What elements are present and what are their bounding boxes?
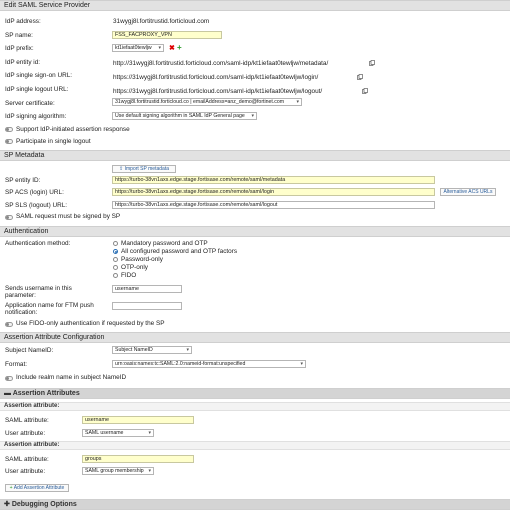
auth-option-radio[interactable]: [113, 249, 118, 254]
assertion-attribute-header: Assertion attribute:: [0, 402, 510, 411]
add-prefix-icon[interactable]: +: [177, 44, 182, 52]
assertion-attribute-header: Assertion attribute:: [0, 441, 510, 450]
idp-signon-value: https://31wygj8l.fortitrustid.forticloud…: [113, 74, 319, 81]
chevron-down-icon: ▾: [251, 113, 254, 119]
user-attribute-value: SAML group membership: [85, 468, 144, 474]
section-header-edit-saml: Edit SAML Service Provider: [0, 0, 510, 11]
idp-prefix-label: IdP prefix:: [5, 45, 34, 52]
alternative-acs-button[interactable]: Alternative ACS URLs: [440, 188, 496, 196]
chevron-down-icon: ▾: [186, 347, 189, 353]
support-idp-toggle[interactable]: [5, 127, 13, 132]
single-logout-toggle[interactable]: [5, 139, 13, 144]
sp-acs-label: SP ACS (login) URL:: [5, 189, 64, 196]
single-logout-label: Participate in single logout: [16, 138, 91, 145]
saml-attribute-input[interactable]: username: [82, 416, 194, 424]
chevron-down-icon: ▾: [300, 361, 303, 367]
idp-logout-label: IdP single logout URL:: [5, 86, 69, 93]
send-username-input[interactable]: username: [112, 285, 182, 293]
copy-icon[interactable]: [362, 88, 368, 94]
auth-option-label: OTP-only: [121, 264, 148, 271]
collapse-icon: ▬: [4, 390, 13, 397]
copy-icon[interactable]: [357, 74, 363, 80]
ftm-app-label: Application name for FTM push: [5, 302, 94, 309]
fido-only-label: Use FIDO-only authentication if requeste…: [16, 320, 165, 327]
saml-attribute-label: SAML attribute:: [5, 456, 49, 463]
sp-sls-label: SP SLS (logout) URL:: [5, 202, 68, 209]
debugging-title: Debugging Options: [11, 501, 77, 508]
auth-method-label: Authentication method:: [5, 240, 71, 247]
idp-logout-value: https://31wygj8l.fortitrustid.forticloud…: [113, 88, 323, 95]
section-header-authentication: Authentication: [0, 226, 510, 237]
realm-label: Include realm name in subject NameID: [16, 374, 127, 381]
chevron-down-icon: ▾: [296, 99, 299, 105]
user-attribute-label: User attribute:: [5, 430, 46, 437]
sp-name-label: SP name:: [5, 32, 33, 39]
section-header-assertion-attributes[interactable]: ▬ Assertion Attributes: [0, 388, 510, 399]
auth-option-label: Password-only: [121, 256, 163, 263]
format-select[interactable]: urn:oasis:names:tc:SAML:2.0:nameid-forma…: [112, 360, 306, 368]
sp-signed-label: SAML request must be signed by SP: [16, 213, 121, 220]
sp-sls-input[interactable]: https://turbo-38vn1axs.edge.stage.fortis…: [112, 201, 435, 209]
idp-entity-label: IdP entity id:: [5, 59, 41, 66]
import-sp-metadata-button[interactable]: ⇪ Import SP metadata: [112, 165, 176, 173]
auth-option-label: Mandatory password and OTP: [121, 240, 208, 247]
sp-signed-toggle[interactable]: [5, 215, 13, 220]
expand-icon: ✚: [4, 501, 12, 508]
ftm-app-input[interactable]: [112, 302, 182, 310]
add-assertion-attribute-label: Add Assertion Attribute: [13, 485, 65, 491]
auth-option-label: FIDO: [121, 272, 137, 279]
auth-option-label: All configured password and OTP factors: [121, 248, 238, 255]
server-cert-select[interactable]: 31wygj8l.fortitrustid.forticloud.co | em…: [112, 98, 302, 106]
support-idp-label: Support IdP-initiated assertion response: [16, 126, 130, 133]
auth-option-radio[interactable]: [113, 265, 118, 270]
idp-signon-label: IdP single sign-on URL:: [5, 72, 73, 79]
sign-alg-select[interactable]: Use default signing algorithm in SAML Id…: [112, 112, 257, 120]
auth-option-radio[interactable]: [113, 257, 118, 262]
remove-prefix-icon[interactable]: ✖: [169, 45, 175, 52]
section-header-sp-metadata: SP Metadata: [0, 150, 510, 161]
copy-icon[interactable]: [369, 60, 375, 66]
assertion-attributes-title: Assertion Attributes: [12, 390, 80, 397]
sp-acs-input[interactable]: https://turbo-38vn1axs.edge.stage.fortis…: [112, 188, 435, 196]
auth-option-radio[interactable]: [113, 273, 118, 278]
section-header-assertion-config: Assertion Attribute Configuration: [0, 332, 510, 343]
import-sp-metadata-label: Import SP metadata: [124, 166, 169, 172]
format-label: Format:: [5, 361, 28, 368]
subject-nameid-value: Subject NameID: [115, 347, 153, 353]
server-cert-value: 31wygj8l.fortitrustid.forticloud.co | em…: [115, 99, 285, 105]
saml-attribute-label: SAML attribute:: [5, 417, 49, 424]
chevron-down-icon: ▾: [148, 468, 151, 474]
sp-entity-input[interactable]: https://turbo-38vn1axs.edge.stage.fortis…: [112, 176, 435, 184]
idp-prefix-value: kt1iefaat0tewljw: [115, 45, 152, 51]
saml-attribute-input[interactable]: groups: [82, 455, 194, 463]
format-value: urn:oasis:names:tc:SAML:2.0:nameid-forma…: [115, 361, 246, 367]
idp-address-value: 31wygj8l.fortitrustid.forticloud.com: [113, 18, 210, 25]
fido-only-toggle[interactable]: [5, 322, 13, 327]
idp-prefix-select[interactable]: kt1iefaat0tewljw ▾: [112, 44, 164, 52]
realm-toggle[interactable]: [5, 376, 13, 381]
chevron-down-icon: ▾: [158, 45, 161, 51]
user-attribute-select[interactable]: SAML username ▾: [82, 429, 154, 437]
sp-name-input[interactable]: FSS_FACPROXY_VPN: [112, 31, 222, 39]
server-cert-label: Server certificate:: [5, 100, 55, 107]
user-attribute-select[interactable]: SAML group membership ▾: [82, 467, 154, 475]
idp-entity-value: http://31wygj8l.fortitrustid.forticloud.…: [113, 60, 329, 67]
chevron-down-icon: ▾: [148, 430, 151, 436]
sign-alg-label: IdP signing algorithm:: [5, 113, 67, 120]
auth-option-radio[interactable]: [113, 241, 118, 246]
subject-nameid-select[interactable]: Subject NameID ▾: [112, 346, 192, 354]
subject-nameid-label: Subject NameID:: [5, 347, 54, 354]
send-username-label-2: parameter:: [5, 292, 36, 299]
idp-address-label: IdP address:: [5, 18, 41, 25]
add-assertion-attribute-button[interactable]: + Add Assertion Attribute: [5, 484, 69, 492]
user-attribute-value: SAML username: [85, 430, 124, 436]
section-header-debugging[interactable]: ✚ Debugging Options: [0, 499, 510, 510]
user-attribute-label: User attribute:: [5, 468, 46, 475]
ftm-app-label-2: notification:: [5, 309, 38, 316]
sign-alg-value: Use default signing algorithm in SAML Id…: [115, 113, 245, 119]
send-username-label: Sends username in this: [5, 285, 72, 292]
sp-entity-label: SP entity ID:: [5, 177, 41, 184]
